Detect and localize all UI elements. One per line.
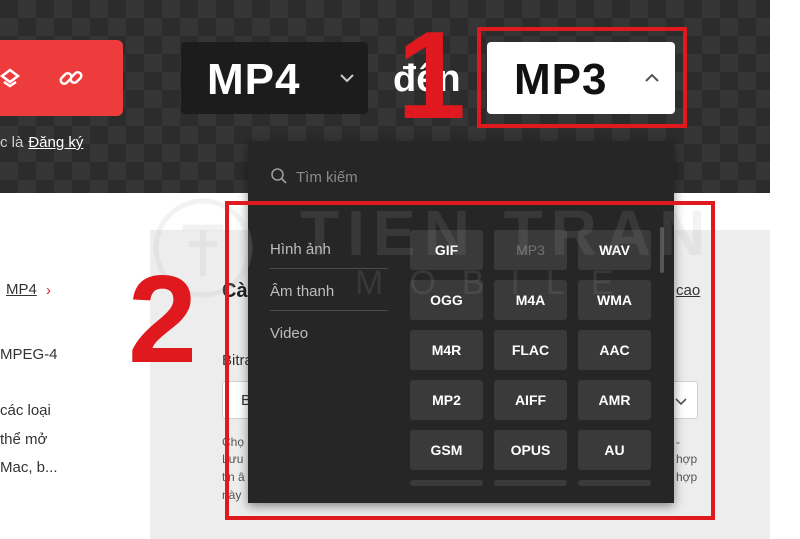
left-text-line: thể mở bbox=[0, 431, 48, 448]
upload-button[interactable] bbox=[0, 40, 123, 116]
search-icon bbox=[271, 168, 287, 184]
step-marker-2: 2 bbox=[128, 251, 197, 389]
chevron-right-icon: › bbox=[46, 282, 51, 299]
left-format-link[interactable]: MP4 bbox=[6, 281, 37, 298]
left-info-column bbox=[0, 193, 115, 539]
chevron-down-icon bbox=[340, 74, 354, 83]
source-format-label: MP4 bbox=[207, 55, 301, 104]
dropbox-icon[interactable] bbox=[0, 64, 24, 92]
highlight-box-format-list bbox=[225, 201, 715, 520]
highlight-box-target-format bbox=[477, 27, 687, 128]
source-format-select[interactable]: MP4 bbox=[181, 42, 368, 114]
left-text-line: Mac, b... bbox=[0, 459, 58, 476]
signup-hint-text: c là bbox=[0, 134, 24, 151]
register-link[interactable]: Đăng ký bbox=[28, 134, 83, 151]
link-icon[interactable] bbox=[57, 64, 85, 92]
format-search-input[interactable] bbox=[296, 165, 596, 189]
step-marker-1: 1 bbox=[397, 7, 466, 145]
signup-hint: c là Đăng ký bbox=[0, 134, 83, 151]
left-text-line: các loại bbox=[0, 402, 51, 419]
right-gutter bbox=[770, 0, 800, 539]
left-text-line: MPEG-4 bbox=[0, 346, 58, 363]
